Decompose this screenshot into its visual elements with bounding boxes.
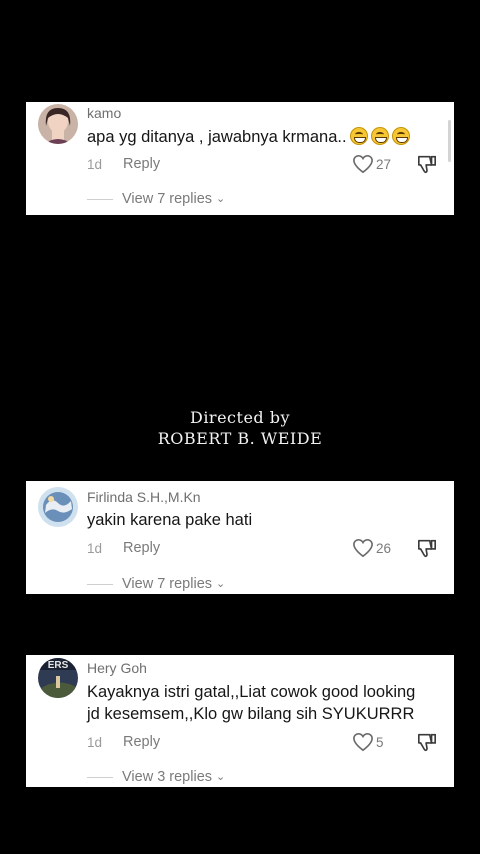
view-replies-label: View 3 replies	[122, 769, 213, 785]
credits-line-1: Directed by	[189, 408, 291, 427]
heart-outline-icon[interactable]	[352, 732, 374, 752]
comment-text-line-1: Kayaknya istri gatal,,Liat cowok good lo…	[87, 683, 416, 701]
avatar-text: ERS	[48, 660, 69, 671]
like-count: 26	[376, 541, 392, 556]
credits-line-2: ROBERT B. WEIDE	[157, 429, 323, 448]
reply-button[interactable]: Reply	[123, 540, 160, 556]
heart-outline-icon[interactable]	[352, 154, 374, 174]
comment-username[interactable]: Hery Goh	[87, 660, 147, 676]
avatar[interactable]	[38, 487, 78, 527]
grinning-face-emoji	[391, 127, 410, 145]
view-replies-label: View 7 replies	[122, 191, 213, 207]
divider	[87, 777, 113, 778]
avatar[interactable]	[38, 104, 78, 144]
comment-timestamp: 1d	[87, 157, 103, 172]
view-replies-button[interactable]: View 7 replies ⌄	[122, 191, 225, 207]
chevron-down-icon: ⌄	[216, 578, 226, 590]
avatar[interactable]: ERS	[38, 658, 78, 698]
chevron-down-icon: ⌄	[216, 771, 226, 783]
comment-text: apa yg ditanya , jawabnya krmana..	[87, 124, 410, 149]
view-replies-button[interactable]: View 7 replies ⌄	[122, 576, 225, 592]
grinning-face-emoji	[349, 127, 368, 145]
comment-text-body: apa yg ditanya , jawabnya krmana..	[87, 128, 347, 146]
comment-card: Firlinda S.H.,M.Kn yakin karena pake hat…	[26, 481, 454, 594]
comment-username[interactable]: kamo	[87, 105, 121, 121]
comment-card: ERS Hery Goh Kayaknya istri gatal,,Liat …	[26, 655, 454, 787]
comment-text: yakin karena pake hati	[87, 511, 253, 529]
comment-text-line-2: jd kesemsem,,Klo gw bilang sih SYUKURRR	[87, 705, 415, 723]
reply-button[interactable]: Reply	[123, 156, 160, 172]
comment-timestamp: 1d	[87, 541, 103, 556]
grinning-face-emoji	[370, 127, 389, 145]
thumbs-down-icon[interactable]	[416, 732, 438, 752]
divider	[87, 584, 113, 585]
comment-timestamp: 1d	[87, 735, 103, 750]
comment-username[interactable]: Firlinda S.H.,M.Kn	[87, 489, 201, 505]
view-replies-label: View 7 replies	[122, 576, 213, 592]
chevron-down-icon: ⌄	[216, 193, 226, 205]
reply-button[interactable]: Reply	[123, 734, 160, 750]
comment-card: kamo apa yg ditanya , jawabnya krmana.. …	[26, 102, 454, 215]
thumbs-down-icon[interactable]	[416, 538, 438, 558]
heart-outline-icon[interactable]	[352, 538, 374, 558]
scrollbar[interactable]	[448, 120, 451, 162]
divider	[87, 199, 113, 200]
like-count: 5	[376, 735, 384, 750]
view-replies-button[interactable]: View 3 replies ⌄	[122, 769, 225, 785]
thumbs-down-icon[interactable]	[416, 154, 438, 174]
like-count: 27	[376, 157, 392, 172]
